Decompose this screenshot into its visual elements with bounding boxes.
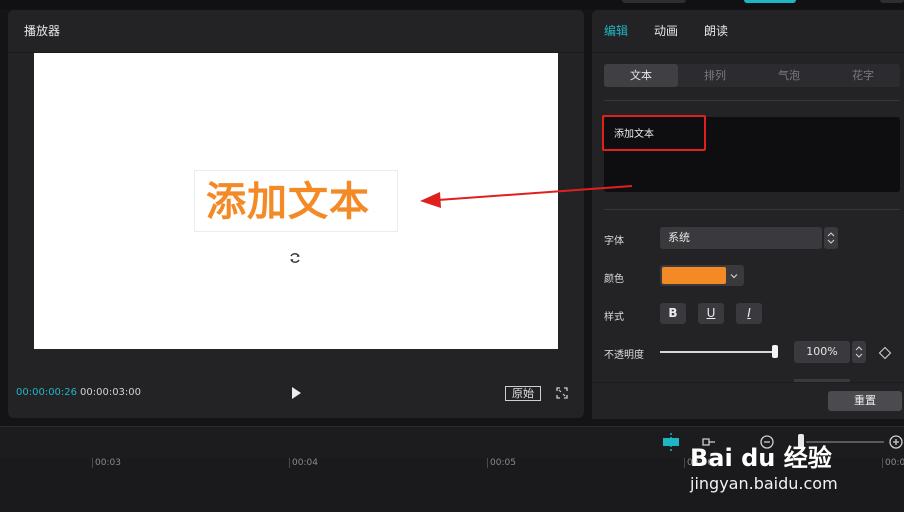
italic-button[interactable]: I	[736, 303, 762, 324]
font-select[interactable]: 系统	[660, 227, 822, 249]
ruler-label: 00:05	[490, 458, 516, 468]
color-label: 颜色	[604, 274, 624, 285]
font-stepper-icon[interactable]	[824, 227, 838, 249]
reset-button[interactable]: 重置	[828, 391, 902, 411]
fullscreen-icon[interactable]	[556, 387, 568, 399]
opacity-label: 不透明度	[604, 350, 644, 361]
divider	[604, 209, 900, 210]
ruler-tick	[487, 458, 488, 468]
player-title: 播放器	[24, 24, 61, 38]
ruler-label: 00:04	[292, 458, 318, 468]
opacity-input[interactable]: 100%	[794, 341, 850, 363]
divider	[604, 100, 900, 101]
play-icon[interactable]	[289, 386, 303, 400]
underline-button[interactable]: U	[698, 303, 724, 324]
tab-edit[interactable]: 编辑	[604, 22, 628, 39]
player-panel: 播放器 添加文本 00:00:00:26 00:00:03:00 原始	[8, 10, 584, 418]
annotation-arrow	[420, 185, 633, 208]
ratio-button[interactable]: 原始	[505, 386, 541, 401]
divider	[592, 52, 904, 53]
opacity-slider-handle[interactable]	[772, 345, 778, 358]
subtab-text[interactable]: 文本	[604, 64, 678, 87]
tab-read[interactable]: 朗读	[704, 22, 728, 39]
ruler-tick	[882, 458, 883, 468]
chevron-down-icon[interactable]	[729, 271, 739, 281]
style-label: 样式	[604, 312, 624, 323]
subtab-bar: 文本 排列 气泡 花字	[604, 64, 900, 87]
zoom-in-icon[interactable]	[887, 433, 904, 451]
top-tab-active[interactable]	[744, 0, 796, 3]
subtab-fancy[interactable]: 花字	[826, 64, 900, 87]
ruler-tick	[289, 458, 290, 468]
subtab-bubble[interactable]: 气泡	[752, 64, 826, 87]
top-tab[interactable]	[622, 0, 686, 3]
keyframe-icon[interactable]	[878, 346, 892, 360]
snap-icon[interactable]	[660, 431, 682, 453]
ruler-tick	[92, 458, 93, 468]
color-swatch	[662, 267, 726, 284]
watermark-url: jingyan.baidu.com	[690, 474, 838, 493]
total-time: 00:00:03:00	[80, 387, 142, 398]
rotate-icon[interactable]	[288, 251, 302, 265]
ruler-tick	[684, 458, 685, 468]
tab-animation[interactable]: 动画	[654, 22, 678, 39]
opacity-stepper-icon[interactable]	[852, 341, 866, 363]
ruler-label: 00:0	[885, 458, 904, 468]
subtab-arrange[interactable]: 排列	[678, 64, 752, 87]
annotation-highlight-box	[602, 115, 706, 151]
opacity-slider-track[interactable]	[660, 351, 776, 353]
ruler-label: 00:03	[95, 458, 121, 468]
bold-button[interactable]: B	[660, 303, 686, 324]
properties-panel: 编辑 动画 朗读 文本 排列 气泡 花字 添加文本 字体 系统 颜色 样式 B …	[592, 10, 904, 419]
watermark-logo: Bai du 经验	[690, 444, 832, 472]
canvas-text[interactable]: 添加文本	[206, 179, 370, 225]
top-tab[interactable]	[880, 0, 904, 3]
current-time: 00:00:00:26	[16, 387, 78, 398]
font-label: 字体	[604, 236, 624, 247]
